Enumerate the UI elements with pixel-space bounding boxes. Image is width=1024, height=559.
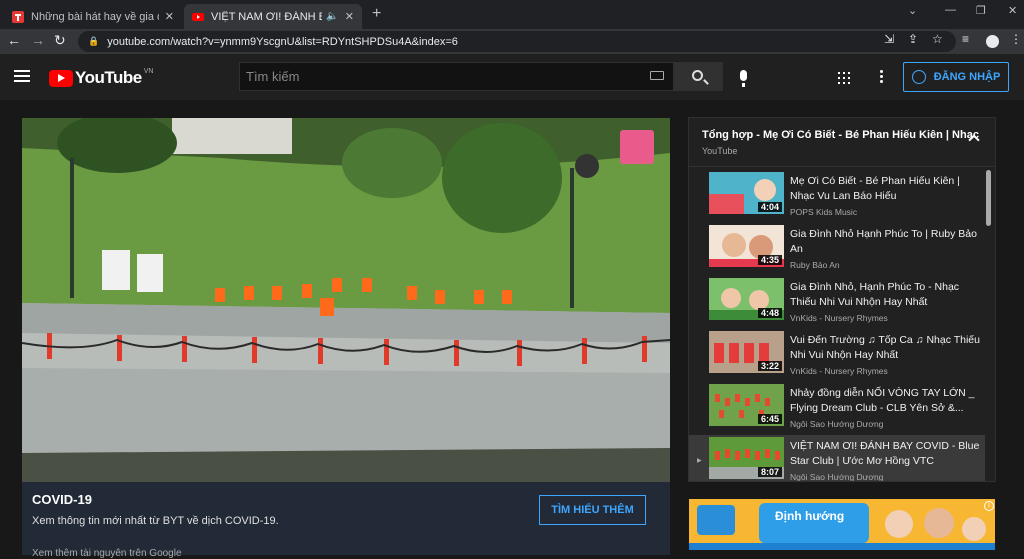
settings-more-icon[interactable]	[880, 70, 883, 85]
site-favicon-icon	[12, 10, 24, 23]
video-title[interactable]: VIỆT NAM ƠI! ĐÁNH BAY COVID - Blue Star …	[790, 439, 980, 469]
back-icon[interactable]: ←	[7, 32, 21, 48]
tab-close-icon[interactable]: ✕	[345, 10, 354, 23]
lock-icon: 🔒	[88, 36, 100, 46]
channel-name[interactable]: Ruby Bảo An	[790, 260, 840, 270]
browser-tab-strip: Những bài hát hay về gia đình, c ✕ VIỆT …	[0, 0, 1024, 29]
playlist-item[interactable]: 4:48 Gia Đình Nhỏ, Hạnh Phúc To - Nhạc T…	[689, 276, 985, 329]
browser-menu-icon[interactable]: ⋮	[1010, 32, 1022, 46]
browser-toolbar: ← → ↻ 🔒 youtube.com/watch?v=ynmm9YscgnU&…	[0, 29, 1024, 54]
video-thumbnail[interactable]: 4:04	[709, 172, 784, 214]
video-duration: 4:04	[757, 202, 782, 212]
playlist-scrollbar[interactable]	[985, 170, 993, 480]
bookmark-star-icon[interactable]: ☆	[932, 32, 943, 46]
covid-title: COVID-19	[32, 492, 92, 507]
playlist-subtitle: YouTube	[702, 146, 738, 156]
close-window-icon[interactable]: ✕	[1008, 4, 1017, 17]
microphone-icon[interactable]	[740, 70, 747, 87]
media-control-icon[interactable]: ≡	[962, 32, 969, 46]
search-placeholder: Tìm kiếm	[246, 69, 300, 84]
playlist-items: 4:04 Mẹ Ơi Có Biết - Bé Phan Hiếu Kiên |…	[689, 170, 985, 481]
address-bar[interactable]: 🔒 youtube.com/watch?v=ynmm9YscgnU&list=R…	[78, 31, 956, 52]
profile-avatar-icon[interactable]	[986, 35, 999, 48]
video-title[interactable]: Mẹ Ơi Có Biết - Bé Phan Hiếu Kiên | Nhạc…	[790, 174, 980, 204]
youtube-play-icon	[49, 69, 73, 87]
minimize-icon[interactable]: —	[945, 4, 956, 16]
channel-name[interactable]: Ngôi Sao Hướng Dương	[790, 419, 883, 429]
user-icon	[911, 70, 926, 84]
keyboard-icon[interactable]	[650, 71, 664, 80]
learn-more-button[interactable]: TÌM HIỂU THÊM	[539, 495, 646, 525]
hamburger-menu-icon[interactable]	[14, 70, 30, 85]
ad-banner[interactable]: Định hướng	[689, 499, 995, 550]
install-app-icon[interactable]: ⇲	[884, 32, 894, 46]
video-thumbnail[interactable]: 8:07	[709, 437, 784, 479]
youtube-masthead: YouTube VN Tìm kiếm ĐĂNG NHẬP	[0, 54, 1024, 100]
url-text: youtube.com/watch?v=ynmm9YscgnU&list=RDY…	[107, 35, 458, 48]
video-duration: 8:07	[757, 467, 782, 477]
covid-info-panel: COVID-19 Xem thông tin mới nhất từ BYT v…	[22, 482, 670, 559]
tab-close-icon[interactable]: ✕	[165, 10, 174, 23]
new-tab-icon[interactable]: +	[372, 5, 381, 23]
forward-icon[interactable]: →	[31, 32, 45, 48]
ad-image	[689, 499, 995, 550]
browser-tab-2-active[interactable]: VIỆT NAM ƠI! ĐÁNH BAY CO 🔈 ✕	[184, 4, 362, 29]
video-frame	[22, 118, 670, 482]
search-icon	[692, 70, 703, 81]
share-icon[interactable]: ⇪	[908, 32, 918, 46]
browser-tab-1[interactable]: Những bài hát hay về gia đình, c ✕	[4, 4, 182, 29]
search-button[interactable]	[674, 62, 723, 91]
video-title[interactable]: Nhảy đồng diễn NỐI VÒNG TAY LỚN _ Flying…	[790, 386, 980, 416]
video-duration: 4:35	[757, 255, 782, 265]
tab-title: Những bài hát hay về gia đình, c	[31, 10, 159, 23]
youtube-favicon-icon	[192, 12, 204, 21]
tab-title: VIỆT NAM ƠI! ĐÁNH BAY CO	[211, 10, 323, 23]
restore-icon[interactable]: ❐	[976, 4, 986, 17]
playlist-item-current[interactable]: ▶ 8:07 VIỆT NAM ƠI! ĐÁNH BAY COVID - Blu…	[689, 435, 985, 481]
sign-in-label: ĐĂNG NHẬP	[933, 71, 1001, 83]
playlist-title[interactable]: Tổng hợp - Mẹ Ơi Có Biết - Bé Phan Hiếu …	[702, 129, 979, 141]
video-thumbnail[interactable]: 6:45	[709, 384, 784, 426]
ad-info-icon[interactable]: i	[984, 501, 994, 511]
video-title[interactable]: Gia Đình Nhỏ Hạnh Phúc To | Ruby Bảo An	[790, 227, 980, 257]
tab-search-icon[interactable]: ⌄	[908, 4, 917, 17]
video-title[interactable]: Gia Đình Nhỏ, Hạnh Phúc To - Nhạc Thiếu …	[790, 280, 980, 310]
ad-headline: Định hướng	[775, 509, 845, 523]
playlist-panel: Tổng hợp - Mẹ Ơi Có Biết - Bé Phan Hiếu …	[688, 117, 996, 482]
playlist-item[interactable]: 4:04 Mẹ Ơi Có Biết - Bé Phan Hiếu Kiên |…	[689, 170, 985, 223]
playlist-item[interactable]: 4:35 Gia Đình Nhỏ Hạnh Phúc To | Ruby Bả…	[689, 223, 985, 276]
now-playing-icon: ▶	[697, 458, 702, 464]
covid-text: Xem thông tin mới nhất từ BYT về dịch CO…	[32, 515, 279, 527]
video-thumbnail[interactable]: 4:48	[709, 278, 784, 320]
audio-playing-icon[interactable]: 🔈	[326, 11, 338, 22]
playlist-item[interactable]: 3:22 Vui Đến Trường ♫ Tốp Ca ♫ Nhạc Thiế…	[689, 329, 985, 382]
youtube-logo[interactable]: YouTube VN	[49, 68, 153, 88]
channel-name[interactable]: VnKids - Nursery Rhymes	[790, 366, 888, 376]
playlist-item[interactable]: 6:45 Nhảy đồng diễn NỐI VÒNG TAY LỚN _ F…	[689, 382, 985, 435]
video-thumbnail[interactable]: 3:22	[709, 331, 784, 373]
country-code: VN	[143, 67, 154, 75]
video-thumbnail[interactable]: 4:35	[709, 225, 784, 267]
channel-name[interactable]: POPS Kids Music	[790, 207, 857, 217]
video-player[interactable]	[22, 118, 670, 482]
video-duration: 6:45	[757, 414, 782, 424]
video-duration: 4:48	[757, 308, 782, 318]
search-input[interactable]: Tìm kiếm	[239, 62, 674, 91]
sign-in-button[interactable]: ĐĂNG NHẬP	[903, 62, 1009, 92]
playlist-header[interactable]: Tổng hợp - Mẹ Ơi Có Biết - Bé Phan Hiếu …	[689, 118, 995, 167]
reload-icon[interactable]: ↻	[54, 32, 66, 49]
youtube-wordmark: YouTube	[75, 68, 142, 87]
video-title[interactable]: Vui Đến Trường ♫ Tốp Ca ♫ Nhạc Thiếu Nhi…	[790, 333, 980, 363]
apps-grid-icon[interactable]	[838, 72, 850, 84]
channel-name[interactable]: VnKids - Nursery Rhymes	[790, 313, 888, 323]
channel-name[interactable]: Ngôi Sao Hướng Dương	[790, 472, 883, 481]
video-duration: 3:22	[757, 361, 782, 371]
covid-resources-link[interactable]: Xem thêm tài nguyên trên Google	[32, 548, 182, 559]
